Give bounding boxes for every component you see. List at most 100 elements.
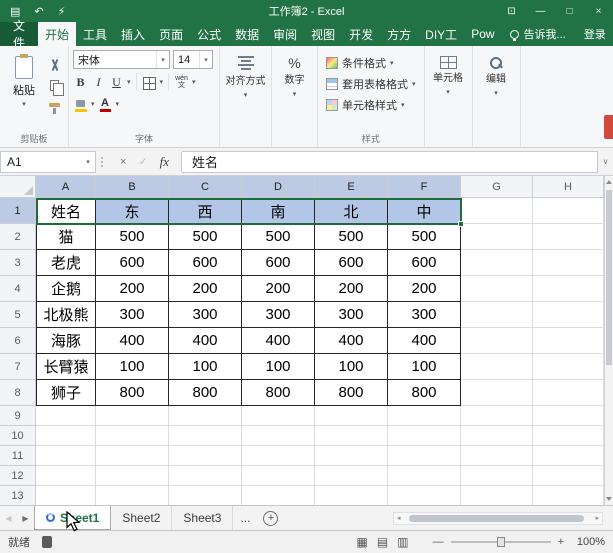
cell-D9[interactable] <box>242 406 315 426</box>
cell-F8[interactable]: 800 <box>388 380 461 406</box>
zoom-slider[interactable] <box>451 541 551 543</box>
row-header-11[interactable]: 11 <box>0 446 36 466</box>
cell-F1[interactable]: 中 <box>388 198 461 224</box>
cell-A13[interactable] <box>36 486 96 505</box>
horizontal-scrollbar-thumb[interactable] <box>409 515 584 522</box>
column-header-E[interactable]: E <box>315 176 388 198</box>
column-header-G[interactable]: G <box>461 176 533 198</box>
cell-C7[interactable]: 100 <box>169 354 242 380</box>
row-header-10[interactable]: 10 <box>0 426 36 446</box>
fill-color-dropdown-icon[interactable]: ▾ <box>91 101 95 108</box>
select-all-corner[interactable] <box>0 176 36 198</box>
cell-G1[interactable] <box>461 198 533 224</box>
cell-A5[interactable]: 北极熊 <box>36 302 96 328</box>
ribbon-tab-公式[interactable]: 公式 <box>190 22 228 46</box>
copy-button[interactable] <box>44 78 64 92</box>
number-group-button[interactable]: % 数字 ▾ <box>272 46 318 147</box>
cell-E1[interactable]: 北 <box>315 198 388 224</box>
cell-F7[interactable]: 100 <box>388 354 461 380</box>
formula-input[interactable]: 姓名 <box>182 151 598 173</box>
cell-C10[interactable] <box>169 426 242 446</box>
font-name-combo[interactable]: 宋体 ▾ <box>73 50 170 69</box>
vertical-scrollbar[interactable] <box>604 176 613 505</box>
cell-C13[interactable] <box>169 486 242 505</box>
cell-F3[interactable]: 600 <box>388 250 461 276</box>
cell-C5[interactable]: 300 <box>169 302 242 328</box>
row-header-9[interactable]: 9 <box>0 406 36 426</box>
ribbon-tab-审阅[interactable]: 审阅 <box>266 22 304 46</box>
cell-D12[interactable] <box>242 466 315 486</box>
row-header-2[interactable]: 2 <box>0 224 36 250</box>
cell-G10[interactable] <box>461 426 533 446</box>
row-header-7[interactable]: 7 <box>0 354 36 380</box>
row-header-3[interactable]: 3 <box>0 250 36 276</box>
ribbon-tab-开发[interactable]: 开发 <box>342 22 380 46</box>
row-header-13[interactable]: 13 <box>0 486 36 505</box>
cancel-button-formula[interactable]: × <box>120 156 126 168</box>
cell-H3[interactable] <box>533 250 604 276</box>
phonetic-guide-button[interactable]: wén 文 <box>174 74 189 91</box>
cell-D5[interactable]: 300 <box>242 302 315 328</box>
cell-H1[interactable] <box>533 198 604 224</box>
cell-B7[interactable]: 100 <box>96 354 169 380</box>
cell-C11[interactable] <box>169 446 242 466</box>
cell-G3[interactable] <box>461 250 533 276</box>
maximize-button[interactable]: □ <box>555 0 584 22</box>
cell-H9[interactable] <box>533 406 604 426</box>
cell-G12[interactable] <box>461 466 533 486</box>
column-header-D[interactable]: D <box>242 176 315 198</box>
quick-access-icon[interactable]: ⚡ <box>58 5 66 18</box>
name-box[interactable]: A1 ▾ <box>0 151 96 173</box>
column-header-F[interactable]: F <box>388 176 461 198</box>
cell-A7[interactable]: 长臂猿 <box>36 354 96 380</box>
row-header-8[interactable]: 8 <box>0 380 36 406</box>
sheet-next-icon[interactable]: ▶ <box>17 506 34 530</box>
cell-D2[interactable]: 500 <box>242 224 315 250</box>
row-header-4[interactable]: 4 <box>0 276 36 302</box>
cell-A8[interactable]: 狮子 <box>36 380 96 406</box>
undo-icon[interactable]: ↶ <box>34 5 43 18</box>
cell-H7[interactable] <box>533 354 604 380</box>
conditional-formatting-button[interactable]: 条件格式 ▾ <box>326 55 416 71</box>
borders-button[interactable] <box>142 74 157 91</box>
cell-F5[interactable]: 300 <box>388 302 461 328</box>
cell-D11[interactable] <box>242 446 315 466</box>
cell-H5[interactable] <box>533 302 604 328</box>
cell-A1[interactable]: 姓名 <box>36 198 96 224</box>
cell-G6[interactable] <box>461 328 533 354</box>
row-header-6[interactable]: 6 <box>0 328 36 354</box>
cell-D8[interactable]: 800 <box>242 380 315 406</box>
cell-H11[interactable] <box>533 446 604 466</box>
ribbon-tab-开始[interactable]: 开始 <box>38 22 76 46</box>
more-sheets-button[interactable]: ... <box>233 506 257 530</box>
zoom-in-button[interactable]: + <box>558 536 564 548</box>
sheet-tab-Sheet1[interactable]: Sheet1 <box>34 506 111 530</box>
cell-B10[interactable] <box>96 426 169 446</box>
cell-D3[interactable]: 600 <box>242 250 315 276</box>
view-page-layout-icon[interactable]: ▤ <box>377 535 388 549</box>
cell-D13[interactable] <box>242 486 315 505</box>
cell-A6[interactable]: 海豚 <box>36 328 96 354</box>
ribbon-tab-视图[interactable]: 视图 <box>304 22 342 46</box>
row-header-5[interactable]: 5 <box>0 302 36 328</box>
view-normal-icon[interactable]: ▦ <box>357 535 368 549</box>
cell-G5[interactable] <box>461 302 533 328</box>
cell-B5[interactable]: 300 <box>96 302 169 328</box>
ribbon-tab-方方[interactable]: 方方 <box>380 22 418 46</box>
ribbon-tab-DIY工[interactable]: DIY工 <box>418 22 464 46</box>
column-header-A[interactable]: A <box>36 176 96 198</box>
row-header-12[interactable]: 12 <box>0 466 36 486</box>
ribbon-tab-页面[interactable]: 页面 <box>152 22 190 46</box>
cell-A10[interactable] <box>36 426 96 446</box>
underline-button[interactable]: U <box>109 74 124 91</box>
cell-D7[interactable]: 100 <box>242 354 315 380</box>
formula-bar-grip[interactable] <box>96 148 108 175</box>
sign-in-button[interactable]: 登录 <box>574 22 613 46</box>
bold-button[interactable]: B <box>73 74 88 91</box>
alignment-group-button[interactable]: 对齐方式 ▾ <box>220 46 272 147</box>
cell-styles-button[interactable]: 单元格样式 ▾ <box>326 97 416 113</box>
cell-B8[interactable]: 800 <box>96 380 169 406</box>
cell-H8[interactable] <box>533 380 604 406</box>
cell-F13[interactable] <box>388 486 461 505</box>
cell-A4[interactable]: 企鹅 <box>36 276 96 302</box>
